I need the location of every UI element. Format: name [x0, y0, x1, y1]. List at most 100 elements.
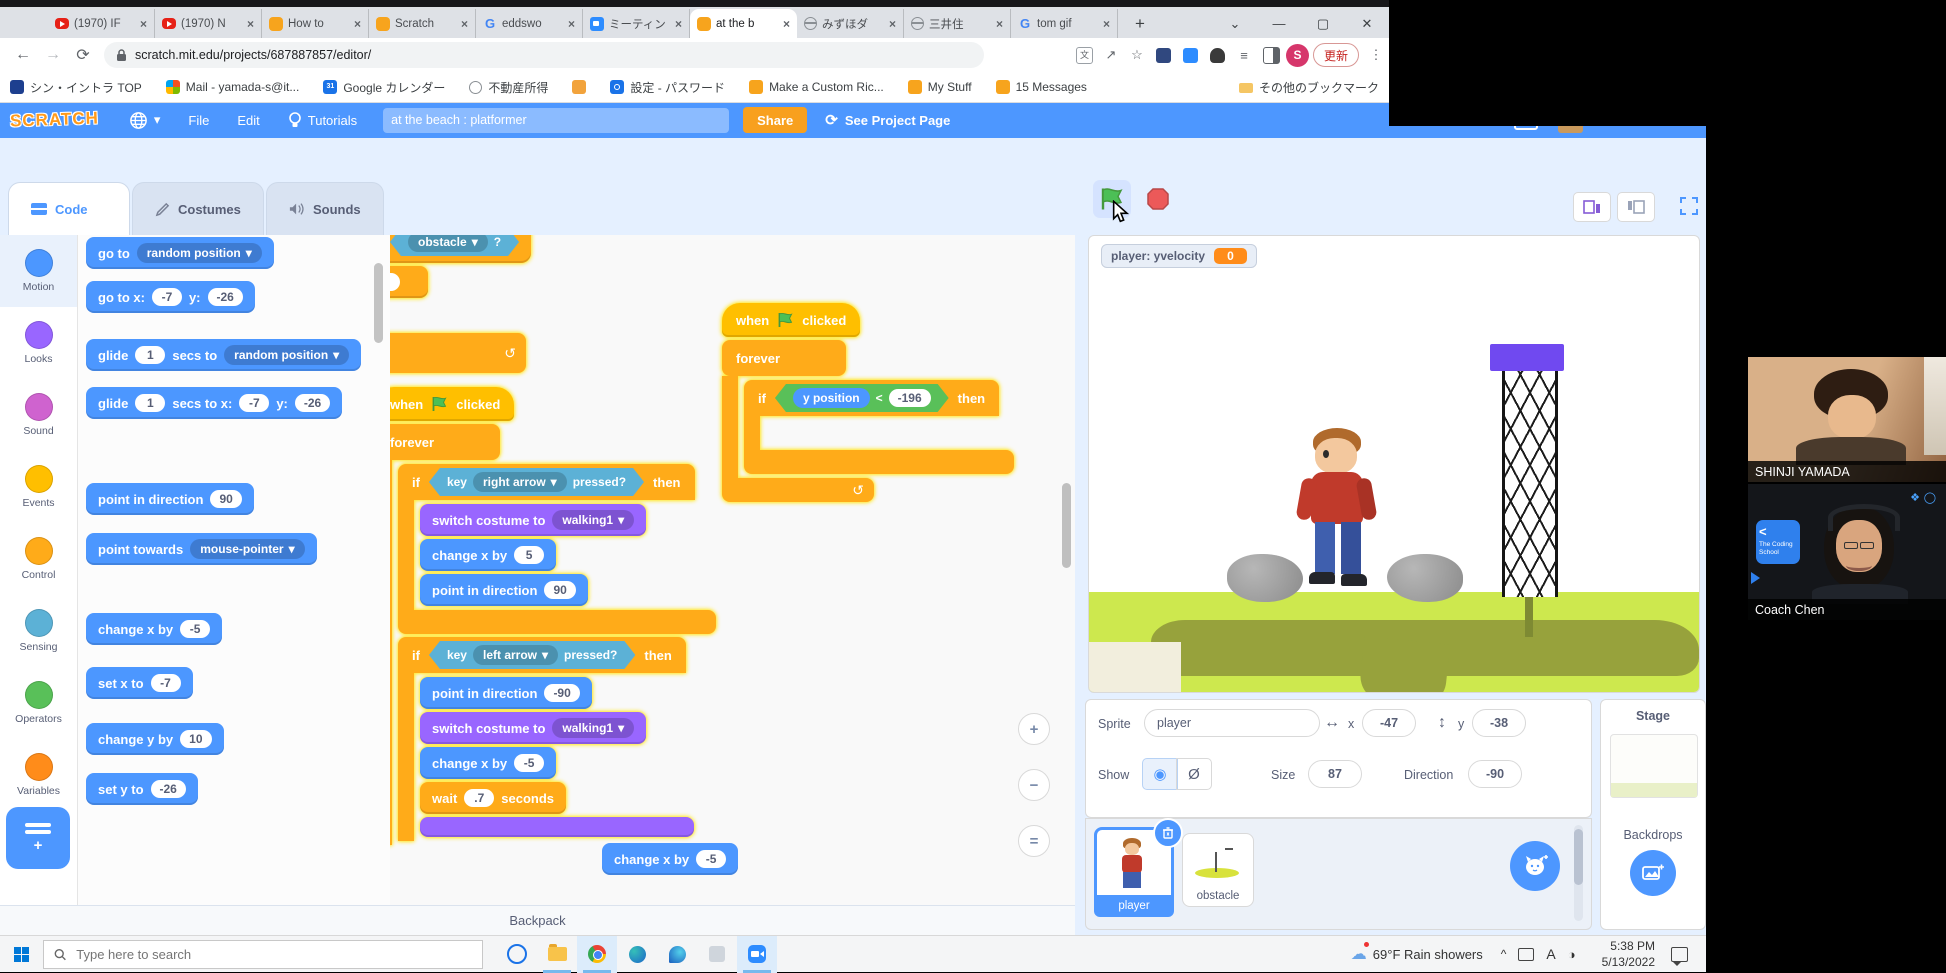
dropdown[interactable]: random position▾ — [137, 243, 262, 263]
code-scrollbar[interactable] — [1062, 483, 1071, 568]
loop-end-bar[interactable]: ↺ — [390, 333, 526, 373]
menu-dots-icon[interactable]: ⋮ — [1363, 47, 1389, 63]
clock[interactable]: 5:38 PM 5/13/2022 — [1602, 938, 1655, 970]
browser-tab[interactable]: Scratch× — [369, 9, 476, 38]
start-button[interactable] — [14, 947, 29, 962]
side-panel-icon[interactable] — [1263, 47, 1280, 64]
forever-block[interactable]: forever if y position < -196 then ↺ — [722, 340, 1014, 502]
rock-sprite[interactable] — [1227, 554, 1303, 602]
tablet-mode-icon[interactable] — [1518, 948, 1534, 961]
y-position-field[interactable]: -38 — [1472, 709, 1526, 737]
category-sound[interactable]: Sound — [0, 379, 77, 451]
small-stage-button[interactable] — [1573, 192, 1611, 222]
tutorials-menu[interactable]: Tutorials — [276, 102, 369, 138]
add-backdrop-button[interactable] — [1630, 850, 1676, 896]
reload-button[interactable]: ⟳ — [68, 45, 98, 65]
weather-widget[interactable]: ☁ 69°F Rain showers — [1351, 944, 1483, 964]
tab-code[interactable]: Code — [8, 182, 130, 235]
tab-search-chevron[interactable]: ⌄ — [1213, 9, 1257, 38]
search-input[interactable] — [74, 946, 472, 963]
block-stub[interactable] — [390, 266, 428, 298]
video-tile-participant1[interactable]: SHINJI YAMADA — [1748, 357, 1946, 482]
chrome-icon[interactable] — [577, 936, 617, 973]
browser-tab[interactable]: Gtom gif× — [1011, 9, 1118, 38]
close-tab-icon[interactable]: × — [461, 17, 468, 31]
close-tab-icon[interactable]: × — [568, 17, 575, 31]
notification-center-icon[interactable] — [1671, 947, 1688, 962]
project-name-input[interactable] — [383, 108, 729, 133]
profile-avatar[interactable]: S — [1286, 44, 1309, 67]
bookmark-item[interactable]: Make a Custom Ric... — [749, 80, 884, 94]
browser-tab-active[interactable]: at the b× — [690, 9, 797, 38]
dropdown[interactable]: walking1▾ — [552, 718, 634, 738]
add-extension-button[interactable]: + — [6, 807, 70, 869]
zoom-reset-button[interactable]: = — [1018, 825, 1050, 857]
video-tile-participant2[interactable]: ❖ ◯ < The Coding School Coach Chen — [1748, 484, 1946, 620]
category-control[interactable]: Control — [0, 523, 77, 595]
block-go-to-random[interactable]: go to random position▾ — [86, 237, 274, 269]
category-motion[interactable]: Motion — [0, 235, 77, 307]
code-workspace[interactable]: obstacle▾ ? ↺ when clicked forever if — [390, 235, 1075, 905]
block-go-to-xy[interactable]: go to x:-7 y:-26 — [86, 281, 255, 313]
sprite-list-scrollbar[interactable] — [1574, 825, 1583, 921]
share-icon[interactable]: ↗ — [1098, 47, 1124, 63]
sprite-name-input[interactable] — [1144, 709, 1320, 737]
stop-button[interactable] — [1139, 180, 1177, 218]
switch-costume-block[interactable]: switch costume to walking1▾ — [420, 504, 646, 536]
clipped-costume-block[interactable] — [420, 817, 694, 837]
bookmark-item[interactable]: 31Google カレンダー — [323, 79, 445, 96]
address-bar[interactable]: scratch.mit.edu/projects/687887857/edito… — [104, 42, 984, 68]
stage-backdrop-panel[interactable]: Stage Backdrops — [1600, 699, 1706, 930]
floating-change-x-block[interactable]: change x by-5 — [602, 843, 738, 875]
dropdown[interactable]: obstacle▾ — [408, 235, 488, 252]
bookmark-star-icon[interactable]: ☆ — [1124, 47, 1150, 63]
edge-beta-icon[interactable] — [617, 936, 657, 973]
see-project-page-button[interactable]: ⟳ See Project Page — [825, 111, 950, 129]
file-menu[interactable]: File — [176, 102, 221, 138]
large-stage-button[interactable] — [1617, 192, 1655, 222]
bookmark-item[interactable]: 15 Messages — [996, 80, 1087, 94]
block-set-x[interactable]: set x to-7 — [86, 667, 193, 699]
script-movement[interactable]: ↺ when clicked forever if key right arro… — [390, 333, 716, 845]
if-yposition-block[interactable]: if y position < -196 then — [744, 380, 1014, 474]
fullscreen-button[interactable] — [1671, 192, 1707, 220]
script-fragment-touching[interactable]: obstacle▾ ? — [390, 235, 531, 298]
point-minus90-block[interactable]: point in direction-90 — [420, 677, 592, 709]
green-flag-button[interactable] — [1093, 180, 1131, 218]
obstacle-platform[interactable] — [1490, 344, 1564, 371]
when-flag-clicked-hat[interactable]: when clicked — [390, 387, 514, 421]
dropdown[interactable]: right arrow▾ — [473, 472, 567, 492]
block-change-x[interactable]: change x by-5 — [86, 613, 222, 645]
delete-sprite-button[interactable] — [1153, 818, 1183, 848]
browser-tab[interactable]: みずほダ× — [797, 9, 904, 38]
close-tab-icon[interactable]: × — [354, 17, 361, 31]
close-tab-icon[interactable]: × — [675, 17, 682, 31]
rock-sprite[interactable] — [1387, 554, 1463, 602]
category-looks[interactable]: Looks — [0, 307, 77, 379]
bookmark-item[interactable]: シン・イントラ TOP — [10, 79, 142, 96]
reading-list-icon[interactable]: ≡ — [1231, 48, 1257, 63]
bookmark-item[interactable]: Mail - yamada-s@it... — [166, 80, 300, 94]
maximize-button[interactable]: ▢ — [1301, 9, 1345, 38]
switch-costume-block[interactable]: switch costume to walking1▾ — [420, 712, 646, 744]
close-tab-icon[interactable]: × — [889, 17, 896, 31]
block-glide-random[interactable]: glide1 secs to random position▾ — [86, 339, 361, 371]
other-bookmarks[interactable]: その他のブックマーク — [1239, 79, 1379, 96]
category-sensing[interactable]: Sensing — [0, 595, 77, 667]
close-window-button[interactable]: ✕ — [1345, 9, 1389, 38]
wait-block[interactable]: wait.7 seconds — [420, 782, 566, 814]
scratch-logo[interactable]: SCRATCH — [10, 108, 100, 131]
bookmark-item[interactable]: My Stuff — [908, 80, 972, 94]
category-operators[interactable]: Operators — [0, 667, 77, 739]
show-sprite-button[interactable]: ◉ — [1142, 758, 1178, 790]
dropdown[interactable]: mouse-pointer▾ — [190, 539, 304, 559]
dropdown[interactable]: walking1▾ — [552, 510, 634, 530]
language-menu[interactable]: ▾ — [117, 102, 173, 138]
close-tab-icon[interactable]: × — [140, 17, 147, 31]
change-x-5-block[interactable]: change x by5 — [420, 539, 556, 571]
forward-button[interactable]: → — [38, 46, 68, 64]
key-right-pressed-block[interactable]: key right arrow▾ pressed? — [429, 468, 644, 496]
zoom-icon[interactable] — [737, 936, 777, 973]
backdrop-thumbnail[interactable] — [1610, 734, 1698, 798]
tray-chevron[interactable]: ^ — [1501, 947, 1507, 961]
